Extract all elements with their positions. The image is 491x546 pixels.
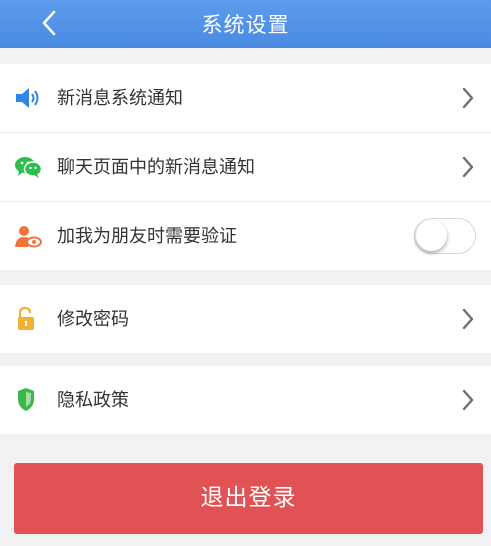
setting-label: 修改密码 <box>57 309 129 330</box>
logout-button[interactable]: 退出登录 <box>14 463 483 534</box>
unlock-icon <box>18 307 34 330</box>
app-header: 系统设置 <box>0 0 491 48</box>
chevron-right-icon <box>462 87 474 109</box>
setting-new-message-notification[interactable]: 新消息系统通知 <box>0 64 491 133</box>
setting-privacy-policy[interactable]: 隐私政策 <box>0 366 491 434</box>
shield-icon <box>18 388 34 411</box>
password-group: 修改密码 <box>0 285 491 353</box>
setting-label: 加我为朋友时需要验证 <box>57 226 237 247</box>
privacy-group: 隐私政策 <box>0 366 491 434</box>
setting-label: 新消息系统通知 <box>57 88 183 109</box>
notification-group: 新消息系统通知 聊天页面中的新消息通知 加我为朋友时需要验证 <box>0 64 491 270</box>
user-eye-icon <box>15 226 42 248</box>
chevron-right-icon <box>462 389 474 411</box>
toggle-knob <box>416 220 447 251</box>
setting-change-password[interactable]: 修改密码 <box>0 285 491 353</box>
speaker-icon <box>16 88 39 108</box>
chevron-right-icon <box>462 308 474 330</box>
setting-chat-message-notification[interactable]: 聊天页面中的新消息通知 <box>0 133 491 202</box>
page-title: 系统设置 <box>201 13 290 37</box>
friend-verification-toggle[interactable] <box>414 218 476 254</box>
wechat-icon <box>15 157 42 178</box>
setting-label: 隐私政策 <box>57 390 129 411</box>
setting-friend-verification: 加我为朋友时需要验证 <box>0 202 491 270</box>
chevron-right-icon <box>462 156 474 178</box>
setting-label: 聊天页面中的新消息通知 <box>57 157 255 178</box>
